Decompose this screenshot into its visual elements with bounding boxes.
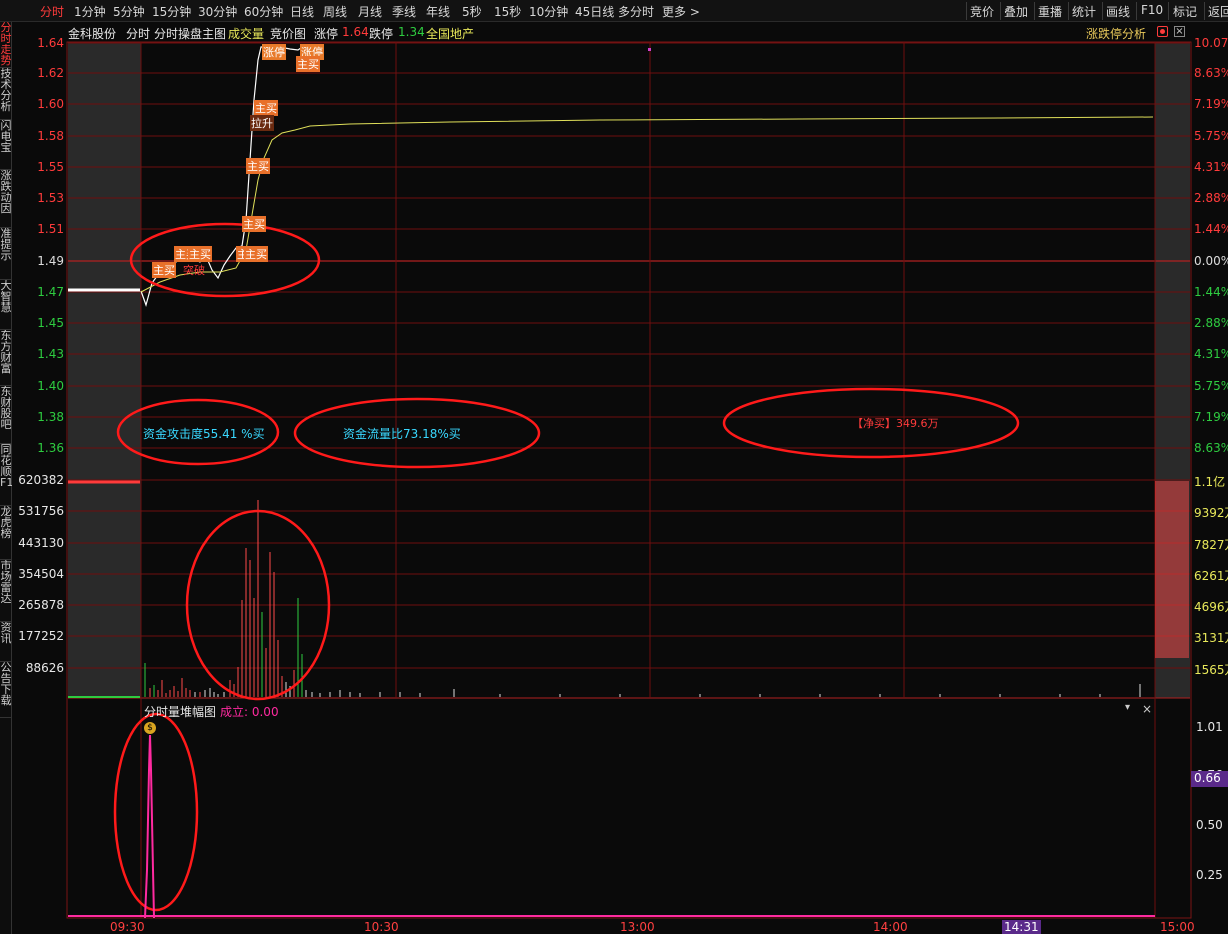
price-tick-label: 1.47 [37, 285, 64, 299]
price-tick-label: 1.55 [37, 160, 64, 174]
signal-tag: 主买 [242, 216, 266, 232]
average-price-line [140, 116, 1154, 293]
percent-tick-label: 4.31% [1194, 160, 1228, 174]
signal-tag: 主买 [244, 246, 268, 262]
volume-bars [68, 480, 1189, 698]
percent-tick-label: 8.63% [1194, 441, 1228, 455]
percent-tick-label: 0.00% [1194, 254, 1228, 268]
highlight-circle [129, 222, 321, 298]
percent-tick-label: 10.07% [1194, 36, 1228, 50]
volume-tick-label: 443130 [18, 536, 64, 550]
price-tick-label: 1.53 [37, 191, 64, 205]
signal-tag: 主买 [246, 158, 270, 174]
percent-tick-label: 4.31% [1194, 347, 1228, 361]
indicator-series [68, 734, 1155, 919]
amount-tick-label: 1565万 [1194, 663, 1228, 677]
percent-tick-label: 1.44% [1194, 222, 1228, 236]
time-label: 09:30 [110, 920, 145, 934]
signal-tag: 涨停 [262, 44, 286, 60]
indicator-value: 成立: 0.00 [220, 705, 279, 719]
highlight-circle [113, 712, 199, 912]
chart-grid [66, 41, 1192, 919]
indicator-dropdown-icon[interactable]: ▾ [1125, 702, 1130, 713]
indicator-close-icon[interactable]: × [1142, 702, 1152, 716]
signal-tag: 主买 [188, 246, 212, 262]
volume-tick-label: 265878 [18, 598, 64, 612]
indicator-tick-label: 0.50 [1196, 818, 1223, 832]
percent-tick-label: 5.75% [1194, 129, 1228, 143]
price-tick-label: 1.51 [37, 222, 64, 236]
price-tick-label: 1.62 [37, 66, 64, 80]
price-tick-label: 1.49 [37, 254, 64, 268]
indicator-tick-label: 0.25 [1196, 868, 1223, 882]
time-label: 15:00 [1160, 920, 1195, 934]
signal-tag: 主买 [152, 262, 176, 278]
volume-tick-label: 531756 [18, 504, 64, 518]
marker-dot [648, 48, 651, 51]
percent-tick-label: 7.19% [1194, 97, 1228, 111]
net-buy-label: 【净买】349.6万 [852, 417, 939, 430]
pre-market-shade [68, 42, 141, 698]
signal-tag: 突破 [183, 264, 205, 277]
price-lines [68, 44, 1154, 307]
volume-tick-label: 177252 [18, 629, 64, 643]
flow-ratio-label: 资金流量比73.18%买 [343, 427, 461, 441]
price-tick-label: 1.36 [37, 441, 64, 455]
intraday-chart [66, 41, 1192, 919]
indicator-tick-label: 1.01 [1196, 720, 1223, 734]
price-tick-label: 1.45 [37, 316, 64, 330]
indicator-title: 分时量堆幅图 [144, 705, 217, 719]
percent-tick-label: 5.75% [1194, 379, 1228, 393]
money-bag-icon: $ [144, 722, 156, 734]
indicator-current-marker: 0.66 [1191, 771, 1228, 787]
time-label: 13:00 [620, 920, 655, 934]
price-tick-label: 1.38 [37, 410, 64, 424]
price-tick-label: 1.40 [37, 379, 64, 393]
signal-tag: 拉升 [250, 115, 274, 131]
volume-tick-label: 620382 [18, 473, 64, 487]
price-tick-label: 1.43 [37, 347, 64, 361]
attack-degree-label: 资金攻击度55.41 %买 [143, 427, 265, 441]
amount-tick-label: 1.1亿 [1194, 475, 1226, 489]
signal-tag: 主买 [254, 100, 278, 116]
amount-tick-label: 9392万 [1194, 506, 1228, 520]
signal-tag: 主买 [296, 56, 320, 72]
percent-tick-label: 2.88% [1194, 191, 1228, 205]
price-tick-label: 1.58 [37, 129, 64, 143]
percent-tick-label: 1.44% [1194, 285, 1228, 299]
amount-tick-label: 4696万 [1194, 600, 1228, 614]
time-label: 10:30 [364, 920, 399, 934]
time-label: 14:00 [873, 920, 908, 934]
percent-tick-label: 2.88% [1194, 316, 1228, 330]
amount-tick-label: 3131万 [1194, 631, 1228, 645]
volume-tick-label: 354504 [18, 567, 64, 581]
amount-tick-label: 7827万 [1194, 538, 1228, 552]
price-tick-label: 1.60 [37, 97, 64, 111]
amount-tick-label: 6261万 [1194, 569, 1228, 583]
price-tick-label: 1.64 [37, 36, 64, 50]
time-cursor-label: 14:31 [1002, 920, 1041, 934]
indicator-spike [144, 734, 155, 919]
volume-tick-label: 88626 [25, 661, 64, 675]
percent-tick-label: 8.63% [1194, 66, 1228, 80]
percent-tick-label: 7.19% [1194, 410, 1228, 424]
